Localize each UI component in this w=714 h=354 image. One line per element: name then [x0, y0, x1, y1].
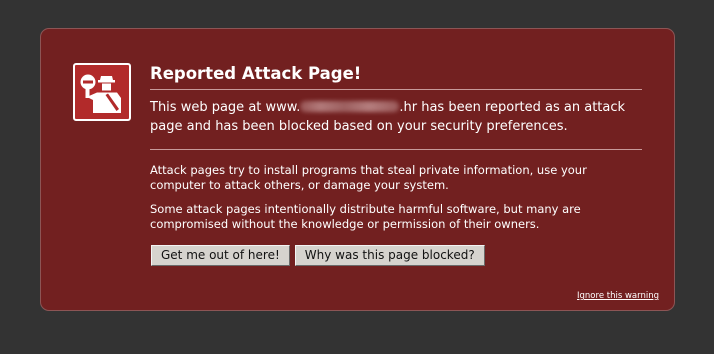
- redacted-domain: [300, 101, 400, 112]
- page-title: Reported Attack Page!: [150, 64, 642, 90]
- long-description: Attack pages try to install programs tha…: [150, 163, 620, 241]
- long-description-paragraph: Some attack pages intentionally distribu…: [150, 202, 581, 231]
- short-description-start: This web page at www.: [150, 100, 301, 115]
- short-description: This web page at www. .hr has been report…: [150, 98, 642, 150]
- ignore-warning-link[interactable]: Ignore this warning: [577, 291, 659, 301]
- long-description-paragraph: Attack pages try to install programs tha…: [150, 163, 587, 192]
- button-row: Get me out of here! Why was this page bl…: [151, 245, 485, 266]
- get-me-out-button[interactable]: Get me out of here!: [151, 245, 290, 266]
- attack-page-policeman-icon: [73, 63, 131, 121]
- attack-warning-panel: Reported Attack Page! This web page at w…: [40, 28, 675, 311]
- why-blocked-button[interactable]: Why was this page blocked?: [294, 245, 485, 266]
